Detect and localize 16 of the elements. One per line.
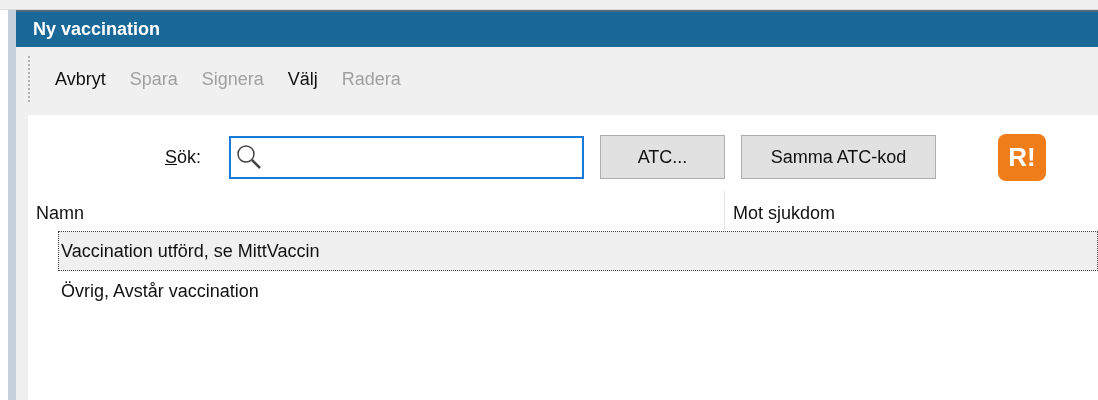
app-logo: R! xyxy=(998,133,1046,181)
column-header[interactable]: Namn xyxy=(28,191,725,229)
window-title: Ny vaccination xyxy=(33,18,161,41)
search-field[interactable] xyxy=(229,135,584,179)
search-label: Sök: xyxy=(165,145,203,169)
table-row[interactable]: Vaccination utförd, se MittVaccin xyxy=(58,231,1098,271)
table-cell-text: Övrig, Avstår vaccination xyxy=(61,279,259,303)
table-cell-text: Vaccination utförd, se MittVaccin xyxy=(61,239,320,263)
search-icon xyxy=(235,143,263,171)
search-option-button[interactable]: Samma ATC-kod xyxy=(741,135,936,179)
search-option-button[interactable]: ATC... xyxy=(600,135,725,179)
toolbar-button[interactable]: Välj xyxy=(279,65,326,93)
toolbar-button[interactable]: Avbryt xyxy=(47,65,114,93)
column-header[interactable]: Mot sjukdom xyxy=(725,191,1098,229)
grip-icon xyxy=(28,56,31,102)
table-row[interactable]: Övrig, Avstår vaccination xyxy=(58,271,1098,311)
